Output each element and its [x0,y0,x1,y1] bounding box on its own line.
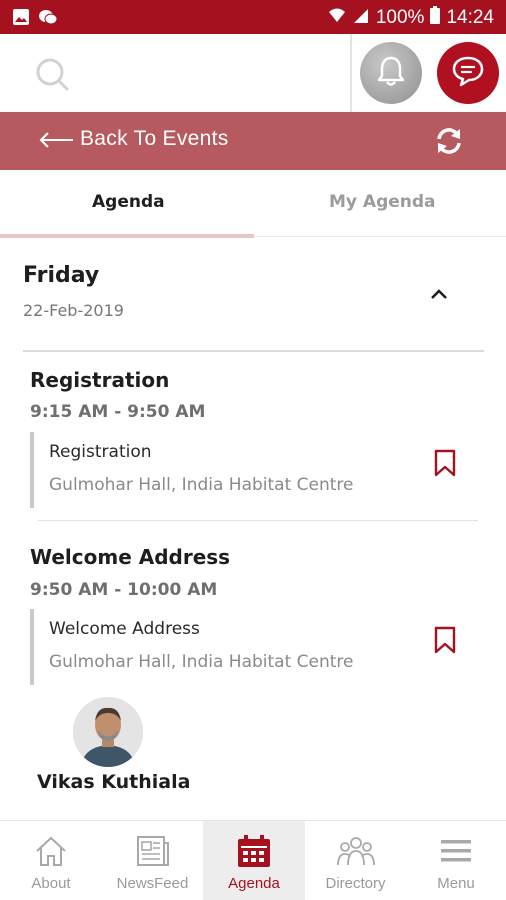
search-row [0,34,506,112]
session-title: Registration [30,368,170,392]
bottom-navigation: About NewsFeed Agenda Directory Menu [0,820,506,900]
nav-directory[interactable]: Directory [305,821,406,900]
session-name[interactable]: Welcome Address [49,619,200,639]
session-time: 9:15 AM - 9:50 AM [30,402,206,422]
divider [350,34,352,112]
wechat-notification-icon [38,8,58,30]
nav-label: Directory [325,875,386,892]
nav-newsfeed[interactable]: NewsFeed [102,821,203,900]
bell-icon [376,55,406,91]
day-date: 22-Feb-2019 [23,301,124,320]
session-venue: Gulmohar Hall, India Habitat Centre [49,652,354,672]
tab-my-agenda[interactable]: My Agenda [329,192,436,212]
day-title: Friday [23,263,100,288]
session-venue: Gulmohar Hall, India Habitat Centre [49,475,354,495]
back-bar: Back To Events [0,112,506,170]
back-arrow-icon[interactable] [38,130,74,154]
newspaper-icon [135,833,171,869]
divider [23,350,484,352]
chat-button[interactable] [437,42,499,104]
nav-label: Menu [437,875,475,892]
bookmark-icon[interactable] [433,449,457,481]
signal-icon [352,7,370,28]
wifi-icon [328,7,346,28]
people-icon [336,833,376,869]
agenda-tabs: Agenda My Agenda [0,170,506,238]
battery-percent: 100% [375,6,425,28]
speaker-avatar[interactable] [73,697,143,767]
session-time: 9:50 AM - 10:00 AM [30,580,218,600]
active-tab-indicator [0,234,254,238]
session-title: Welcome Address [30,545,231,569]
home-icon [33,833,69,869]
nav-label: NewsFeed [116,875,189,892]
nav-about[interactable]: About [0,821,102,900]
speaker-name[interactable]: Vikas Kuthiala [37,771,190,793]
session-name[interactable]: Registration [49,442,152,462]
gallery-notification-icon [12,8,30,30]
notifications-button[interactable] [360,42,422,104]
clock: 14:24 [446,6,494,28]
nav-agenda[interactable]: Agenda [203,821,305,900]
refresh-icon[interactable] [434,126,464,160]
hamburger-menu-icon [440,833,472,869]
back-to-events-button[interactable]: Back To Events [80,127,229,151]
nav-label: About [31,875,71,892]
session-accent-bar [30,432,34,508]
bookmark-icon[interactable] [433,626,457,658]
battery-icon [430,6,441,29]
chat-bubble-icon [451,55,485,91]
calendar-icon [236,833,272,869]
nav-label: Agenda [228,875,280,892]
chevron-up-icon[interactable] [428,286,450,306]
tab-baseline [254,236,506,237]
status-bar: 100% 14:24 [0,0,506,34]
tab-agenda[interactable]: Agenda [92,192,165,212]
session-accent-bar [30,609,34,685]
divider [38,520,478,521]
nav-menu[interactable]: Menu [406,821,506,900]
search-icon[interactable] [34,56,70,96]
